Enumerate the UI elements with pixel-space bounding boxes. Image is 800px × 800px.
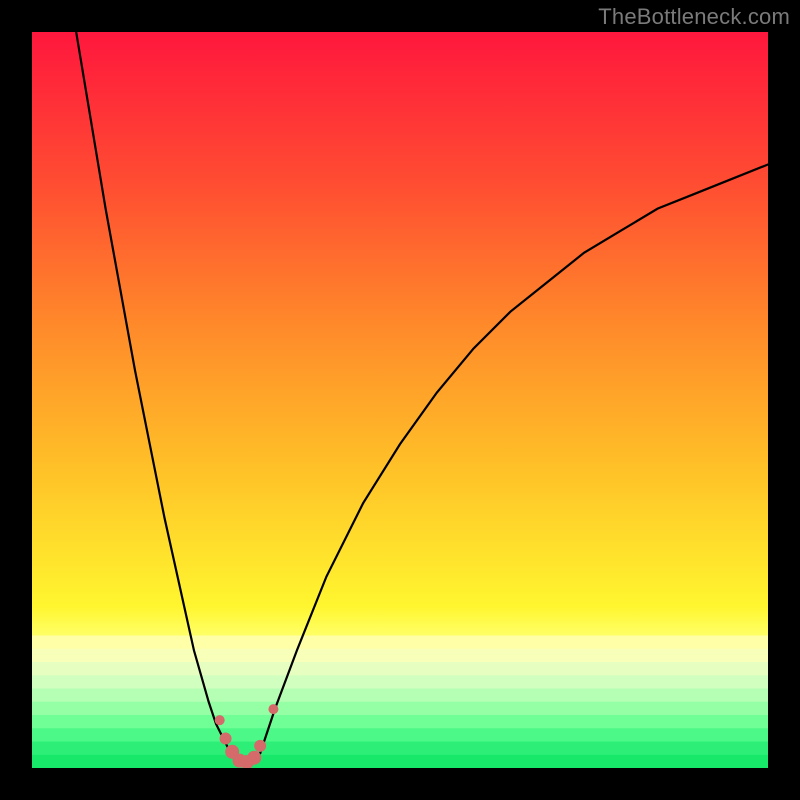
color-band	[32, 702, 768, 716]
color-band	[32, 649, 768, 663]
color-band	[32, 755, 768, 768]
color-band	[32, 689, 768, 703]
valley-marker	[220, 733, 232, 745]
chart-frame: TheBottleneck.com	[0, 0, 800, 800]
valley-marker	[268, 704, 278, 714]
bottom-bands	[32, 636, 768, 768]
valley-marker	[247, 751, 261, 765]
valley-marker	[215, 715, 225, 725]
color-band	[32, 742, 768, 756]
valley-marker	[254, 740, 266, 752]
plot-area	[32, 32, 768, 768]
watermark-text: TheBottleneck.com	[598, 4, 790, 30]
color-band	[32, 728, 768, 742]
color-band	[32, 636, 768, 650]
color-band	[32, 662, 768, 676]
color-band	[32, 675, 768, 689]
color-band	[32, 715, 768, 729]
chart-svg	[32, 32, 768, 768]
